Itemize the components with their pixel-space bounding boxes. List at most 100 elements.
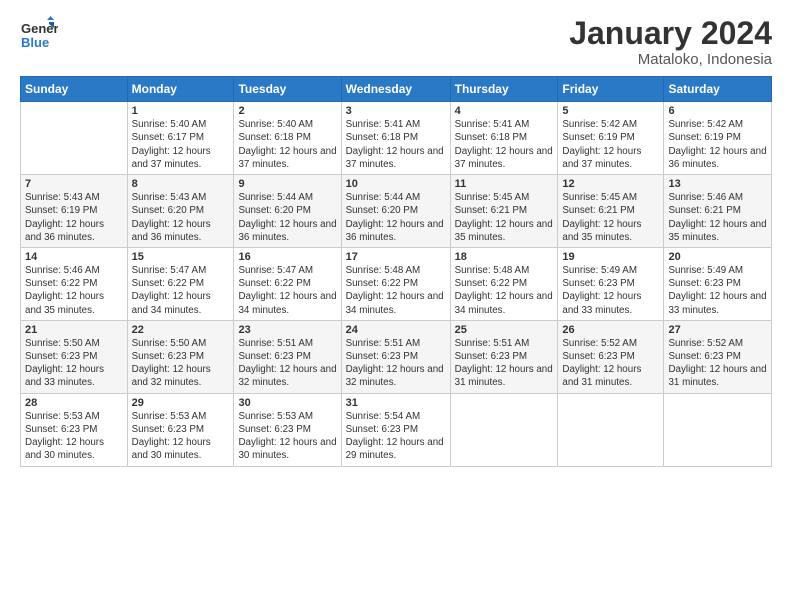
cell-w1-d3: 3 Sunrise: 5:41 AMSunset: 6:18 PMDayligh… <box>341 102 450 175</box>
week-row-2: 7 Sunrise: 5:43 AMSunset: 6:19 PMDayligh… <box>21 175 772 248</box>
day-number: 8 <box>132 178 230 190</box>
day-info: Sunrise: 5:51 AMSunset: 6:23 PMDaylight:… <box>455 337 554 390</box>
day-info: Sunrise: 5:43 AMSunset: 6:20 PMDaylight:… <box>132 191 230 244</box>
week-row-4: 21 Sunrise: 5:50 AMSunset: 6:23 PMDaylig… <box>21 320 772 393</box>
day-info: Sunrise: 5:51 AMSunset: 6:23 PMDaylight:… <box>238 337 336 390</box>
header: General Blue January 2024 Mataloko, Indo… <box>20 16 772 68</box>
day-number: 22 <box>132 324 230 336</box>
logo: General Blue <box>20 16 58 54</box>
day-info: Sunrise: 5:45 AMSunset: 6:21 PMDaylight:… <box>455 191 554 244</box>
day-number: 19 <box>562 251 659 263</box>
cell-w1-d0 <box>21 102 128 175</box>
cell-w5-d6 <box>664 393 772 466</box>
day-info: Sunrise: 5:44 AMSunset: 6:20 PMDaylight:… <box>238 191 336 244</box>
col-saturday: Saturday <box>664 77 772 102</box>
logo-icon: General Blue <box>20 16 58 54</box>
cell-w4-d0: 21 Sunrise: 5:50 AMSunset: 6:23 PMDaylig… <box>21 320 128 393</box>
day-number: 6 <box>668 105 767 117</box>
svg-text:Blue: Blue <box>21 35 49 50</box>
week-row-1: 1 Sunrise: 5:40 AMSunset: 6:17 PMDayligh… <box>21 102 772 175</box>
day-info: Sunrise: 5:46 AMSunset: 6:21 PMDaylight:… <box>668 191 767 244</box>
col-friday: Friday <box>558 77 664 102</box>
cell-w5-d0: 28 Sunrise: 5:53 AMSunset: 6:23 PMDaylig… <box>21 393 128 466</box>
day-number: 12 <box>562 178 659 190</box>
col-thursday: Thursday <box>450 77 558 102</box>
cell-w1-d2: 2 Sunrise: 5:40 AMSunset: 6:18 PMDayligh… <box>234 102 341 175</box>
cell-w5-d3: 31 Sunrise: 5:54 AMSunset: 6:23 PMDaylig… <box>341 393 450 466</box>
day-number: 18 <box>455 251 554 263</box>
day-info: Sunrise: 5:53 AMSunset: 6:23 PMDaylight:… <box>238 410 336 463</box>
location: Mataloko, Indonesia <box>569 51 772 68</box>
cell-w1-d6: 6 Sunrise: 5:42 AMSunset: 6:19 PMDayligh… <box>664 102 772 175</box>
day-number: 30 <box>238 397 336 409</box>
cell-w2-d5: 12 Sunrise: 5:45 AMSunset: 6:21 PMDaylig… <box>558 175 664 248</box>
cell-w2-d1: 8 Sunrise: 5:43 AMSunset: 6:20 PMDayligh… <box>127 175 234 248</box>
day-number: 17 <box>346 251 446 263</box>
day-info: Sunrise: 5:50 AMSunset: 6:23 PMDaylight:… <box>25 337 123 390</box>
day-info: Sunrise: 5:51 AMSunset: 6:23 PMDaylight:… <box>346 337 446 390</box>
cell-w4-d6: 27 Sunrise: 5:52 AMSunset: 6:23 PMDaylig… <box>664 320 772 393</box>
day-number: 21 <box>25 324 123 336</box>
day-number: 29 <box>132 397 230 409</box>
day-number: 23 <box>238 324 336 336</box>
cell-w5-d2: 30 Sunrise: 5:53 AMSunset: 6:23 PMDaylig… <box>234 393 341 466</box>
cell-w4-d4: 25 Sunrise: 5:51 AMSunset: 6:23 PMDaylig… <box>450 320 558 393</box>
page: General Blue January 2024 Mataloko, Indo… <box>0 0 792 612</box>
cell-w5-d4 <box>450 393 558 466</box>
day-info: Sunrise: 5:43 AMSunset: 6:19 PMDaylight:… <box>25 191 123 244</box>
day-info: Sunrise: 5:41 AMSunset: 6:18 PMDaylight:… <box>455 118 554 171</box>
day-number: 24 <box>346 324 446 336</box>
cell-w2-d0: 7 Sunrise: 5:43 AMSunset: 6:19 PMDayligh… <box>21 175 128 248</box>
day-number: 28 <box>25 397 123 409</box>
day-info: Sunrise: 5:53 AMSunset: 6:23 PMDaylight:… <box>25 410 123 463</box>
cell-w3-d6: 20 Sunrise: 5:49 AMSunset: 6:23 PMDaylig… <box>664 247 772 320</box>
day-info: Sunrise: 5:49 AMSunset: 6:23 PMDaylight:… <box>668 264 767 317</box>
day-info: Sunrise: 5:41 AMSunset: 6:18 PMDaylight:… <box>346 118 446 171</box>
calendar-header-row: Sunday Monday Tuesday Wednesday Thursday… <box>21 77 772 102</box>
day-number: 10 <box>346 178 446 190</box>
day-info: Sunrise: 5:49 AMSunset: 6:23 PMDaylight:… <box>562 264 659 317</box>
cell-w2-d2: 9 Sunrise: 5:44 AMSunset: 6:20 PMDayligh… <box>234 175 341 248</box>
cell-w3-d1: 15 Sunrise: 5:47 AMSunset: 6:22 PMDaylig… <box>127 247 234 320</box>
cell-w3-d3: 17 Sunrise: 5:48 AMSunset: 6:22 PMDaylig… <box>341 247 450 320</box>
cell-w2-d4: 11 Sunrise: 5:45 AMSunset: 6:21 PMDaylig… <box>450 175 558 248</box>
cell-w3-d0: 14 Sunrise: 5:46 AMSunset: 6:22 PMDaylig… <box>21 247 128 320</box>
day-info: Sunrise: 5:42 AMSunset: 6:19 PMDaylight:… <box>668 118 767 171</box>
day-number: 20 <box>668 251 767 263</box>
cell-w1-d4: 4 Sunrise: 5:41 AMSunset: 6:18 PMDayligh… <box>450 102 558 175</box>
col-tuesday: Tuesday <box>234 77 341 102</box>
cell-w1-d5: 5 Sunrise: 5:42 AMSunset: 6:19 PMDayligh… <box>558 102 664 175</box>
day-number: 2 <box>238 105 336 117</box>
cell-w3-d2: 16 Sunrise: 5:47 AMSunset: 6:22 PMDaylig… <box>234 247 341 320</box>
day-number: 4 <box>455 105 554 117</box>
day-info: Sunrise: 5:40 AMSunset: 6:17 PMDaylight:… <box>132 118 230 171</box>
day-number: 9 <box>238 178 336 190</box>
day-info: Sunrise: 5:50 AMSunset: 6:23 PMDaylight:… <box>132 337 230 390</box>
day-number: 13 <box>668 178 767 190</box>
col-monday: Monday <box>127 77 234 102</box>
cell-w3-d4: 18 Sunrise: 5:48 AMSunset: 6:22 PMDaylig… <box>450 247 558 320</box>
cell-w5-d5 <box>558 393 664 466</box>
month-year: January 2024 <box>569 16 772 51</box>
cell-w4-d5: 26 Sunrise: 5:52 AMSunset: 6:23 PMDaylig… <box>558 320 664 393</box>
day-info: Sunrise: 5:53 AMSunset: 6:23 PMDaylight:… <box>132 410 230 463</box>
cell-w3-d5: 19 Sunrise: 5:49 AMSunset: 6:23 PMDaylig… <box>558 247 664 320</box>
title-block: January 2024 Mataloko, Indonesia <box>569 16 772 68</box>
day-info: Sunrise: 5:52 AMSunset: 6:23 PMDaylight:… <box>668 337 767 390</box>
day-number: 5 <box>562 105 659 117</box>
day-info: Sunrise: 5:48 AMSunset: 6:22 PMDaylight:… <box>455 264 554 317</box>
day-number: 15 <box>132 251 230 263</box>
day-number: 14 <box>25 251 123 263</box>
day-info: Sunrise: 5:40 AMSunset: 6:18 PMDaylight:… <box>238 118 336 171</box>
day-number: 16 <box>238 251 336 263</box>
logo-container: General Blue <box>20 16 58 54</box>
day-number: 11 <box>455 178 554 190</box>
day-number: 25 <box>455 324 554 336</box>
cell-w5-d1: 29 Sunrise: 5:53 AMSunset: 6:23 PMDaylig… <box>127 393 234 466</box>
day-info: Sunrise: 5:48 AMSunset: 6:22 PMDaylight:… <box>346 264 446 317</box>
day-number: 26 <box>562 324 659 336</box>
day-info: Sunrise: 5:54 AMSunset: 6:23 PMDaylight:… <box>346 410 446 463</box>
col-sunday: Sunday <box>21 77 128 102</box>
cell-w4-d1: 22 Sunrise: 5:50 AMSunset: 6:23 PMDaylig… <box>127 320 234 393</box>
day-info: Sunrise: 5:47 AMSunset: 6:22 PMDaylight:… <box>238 264 336 317</box>
